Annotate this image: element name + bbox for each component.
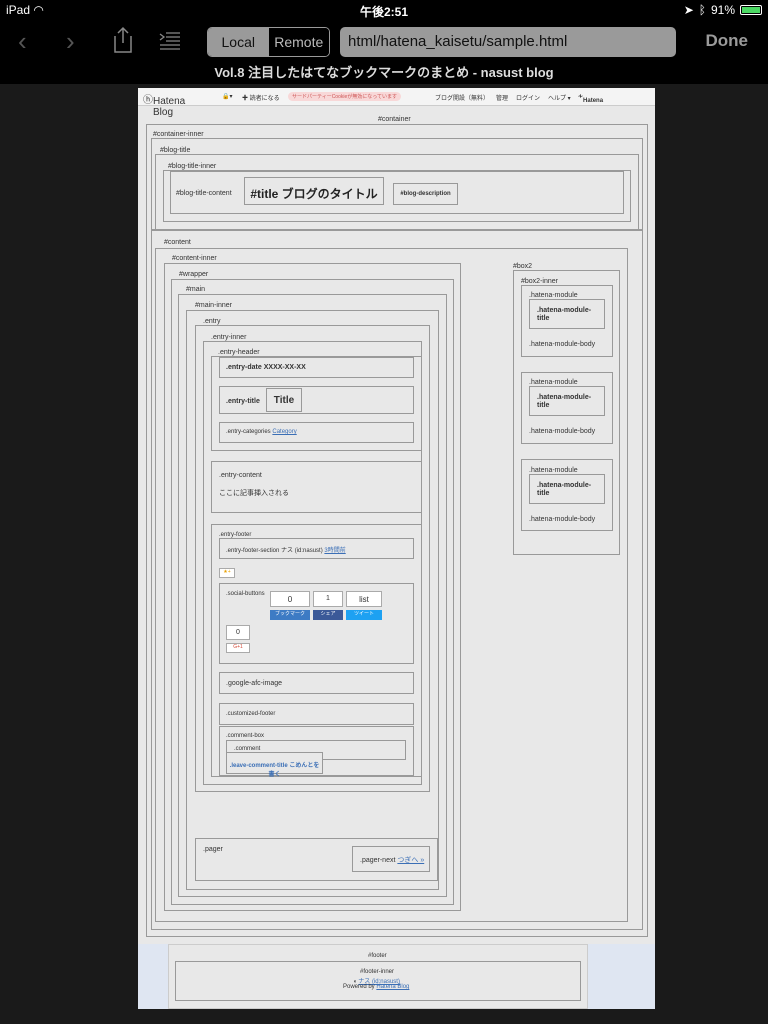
- container-label: #container: [378, 116, 411, 123]
- facebook-share-button[interactable]: シェア: [313, 610, 343, 620]
- blog-title-label: #blog-title: [160, 147, 191, 154]
- list-icon[interactable]: [159, 31, 181, 51]
- hatena-module-title-2: .hatena-module-title: [529, 386, 605, 416]
- powered-by: Powered by Hatena Blog: [343, 984, 410, 990]
- entry-categories-label: .entry-categories Category: [226, 429, 297, 435]
- back-chevron-icon[interactable]: ‹: [18, 26, 27, 57]
- battery-percent: 91%: [710, 3, 735, 17]
- box2-inner-label: #box2-inner: [521, 278, 558, 285]
- admin-link[interactable]: 管理: [496, 93, 508, 102]
- gplus-button[interactable]: G+1: [226, 643, 250, 653]
- entry-header-label: .entry-header: [218, 349, 260, 356]
- time-ago-link[interactable]: 3時間前: [324, 548, 345, 554]
- battery-icon: [740, 5, 762, 15]
- local-remote-toggle[interactable]: Local Remote: [207, 27, 330, 57]
- box2-label: #box2: [513, 263, 533, 270]
- wrapper-label: #wrapper: [179, 271, 209, 278]
- google-afc-label: .google-afc-image: [226, 680, 283, 687]
- next-link[interactable]: つぎへ »: [397, 857, 424, 864]
- category-link[interactable]: Category: [272, 429, 296, 435]
- lock-icon[interactable]: 🔒▾: [222, 93, 232, 100]
- entry-footer-section: .entry-footer-section ナス (id:nasust) 3時間…: [226, 548, 346, 554]
- hatena-blog-link[interactable]: Hatena Blog: [376, 984, 409, 990]
- pager-label: .pager: [203, 846, 223, 853]
- blog-title-content-label: #blog-title-content: [176, 190, 232, 197]
- blog-title-inner-label: #blog-title-inner: [168, 163, 217, 170]
- bookmark-button[interactable]: ブックマーク: [270, 610, 310, 620]
- web-page: ⓗ Hatena Blog 🔒▾ ✚ 読者になる サードパーティーCookieが…: [138, 88, 655, 1009]
- footer-inner-label: #footer-inner: [360, 969, 395, 975]
- hatena-module-body-3: .hatena-module-body: [529, 516, 596, 523]
- login-link[interactable]: ログイン: [516, 93, 540, 102]
- hatena-module-title-1: .hatena-module-title: [529, 299, 605, 329]
- entry-content-label: .entry-content: [219, 472, 262, 479]
- main-inner-label: #main-inner: [195, 302, 232, 309]
- url-field[interactable]: html/hatena_kaisetu/sample.html: [340, 27, 676, 57]
- gplus-count: 0: [226, 625, 250, 640]
- clock: 午後2:51: [359, 5, 409, 19]
- done-button[interactable]: Done: [706, 31, 749, 51]
- entry-date: .entry-date XXXX-XX-XX: [226, 364, 306, 371]
- leave-comment-button[interactable]: .leave-comment-title こめんとを書く: [226, 752, 323, 778]
- entry-content-text: ここに記事挿入される: [219, 490, 289, 497]
- entry-label: .entry: [203, 318, 221, 325]
- main-label: #main: [186, 286, 206, 293]
- content-label: #content: [164, 239, 191, 246]
- tweet-button[interactable]: ツイート: [346, 610, 382, 620]
- hatena-module-body-2: .hatena-module-body: [529, 428, 596, 435]
- facebook-count: 1: [313, 591, 343, 607]
- bookmark-count: 0: [270, 591, 310, 607]
- bluetooth-icon: ᛒ: [698, 3, 706, 17]
- hatena-link[interactable]: ∻ Hatena: [578, 93, 603, 104]
- hatena-blog-logo[interactable]: ⓗ Hatena Blog: [143, 91, 185, 118]
- list-button[interactable]: list: [346, 591, 382, 607]
- social-buttons-label: .social-buttons: [226, 591, 265, 597]
- blog-open-link[interactable]: ブログ開設（無料）: [435, 93, 489, 102]
- hatena-module-body-1: .hatena-module-body: [529, 341, 596, 348]
- star-button[interactable]: ★+: [219, 568, 235, 578]
- reader-button[interactable]: ✚ 読者になる: [242, 93, 280, 102]
- share-icon[interactable]: [112, 26, 134, 54]
- content-inner-label: #content-inner: [172, 255, 217, 262]
- footer-label: #footer: [368, 953, 387, 959]
- pager-next: .pager-next つぎへ »: [360, 857, 425, 864]
- cookie-warning: サードパーティーCookieが無効になっています: [288, 92, 402, 101]
- entry-title-label: .entry-title: [226, 398, 260, 405]
- customized-footer-label: .customized-footer: [226, 711, 276, 717]
- blog-title-heading[interactable]: #title ブログのタイトル: [244, 177, 384, 205]
- remote-tab[interactable]: Remote: [268, 28, 329, 56]
- hatena-module-title-3: .hatena-module-title: [529, 474, 605, 504]
- entry-content-box: [211, 461, 422, 513]
- location-icon: ➤: [683, 3, 694, 17]
- entry-inner-label: .entry-inner: [211, 334, 247, 341]
- status-bar: iPad ◠ 午後2:51 ➤ ᛒ 91%: [0, 0, 768, 20]
- footer-area: #footer #footer-inner ◖ ナス (id:nasust) P…: [138, 944, 655, 1009]
- hatena-module-label: .hatena-module: [529, 292, 578, 299]
- help-menu[interactable]: ヘルプ ▾: [548, 93, 571, 102]
- comment-box-label: .comment-box: [226, 733, 265, 739]
- page-title: Vol.8 注目したはてなブックマークのまとめ - nasust blog: [0, 62, 768, 84]
- container-inner-label: #container-inner: [153, 131, 204, 138]
- hatena-header-bar: ⓗ Hatena Blog 🔒▾ ✚ 読者になる サードパーティーCookieが…: [138, 88, 655, 118]
- forward-chevron-icon[interactable]: ›: [66, 26, 75, 57]
- hatena-module-label: .hatena-module: [529, 379, 578, 386]
- hatena-module-label: .hatena-module: [529, 467, 578, 474]
- toolbar: ‹ › Local Remote html/hatena_kaisetu/sam…: [0, 20, 768, 62]
- local-tab[interactable]: Local: [208, 28, 269, 56]
- entry-title-link[interactable]: Title: [266, 388, 302, 412]
- blog-description-box: #blog-description: [393, 183, 458, 205]
